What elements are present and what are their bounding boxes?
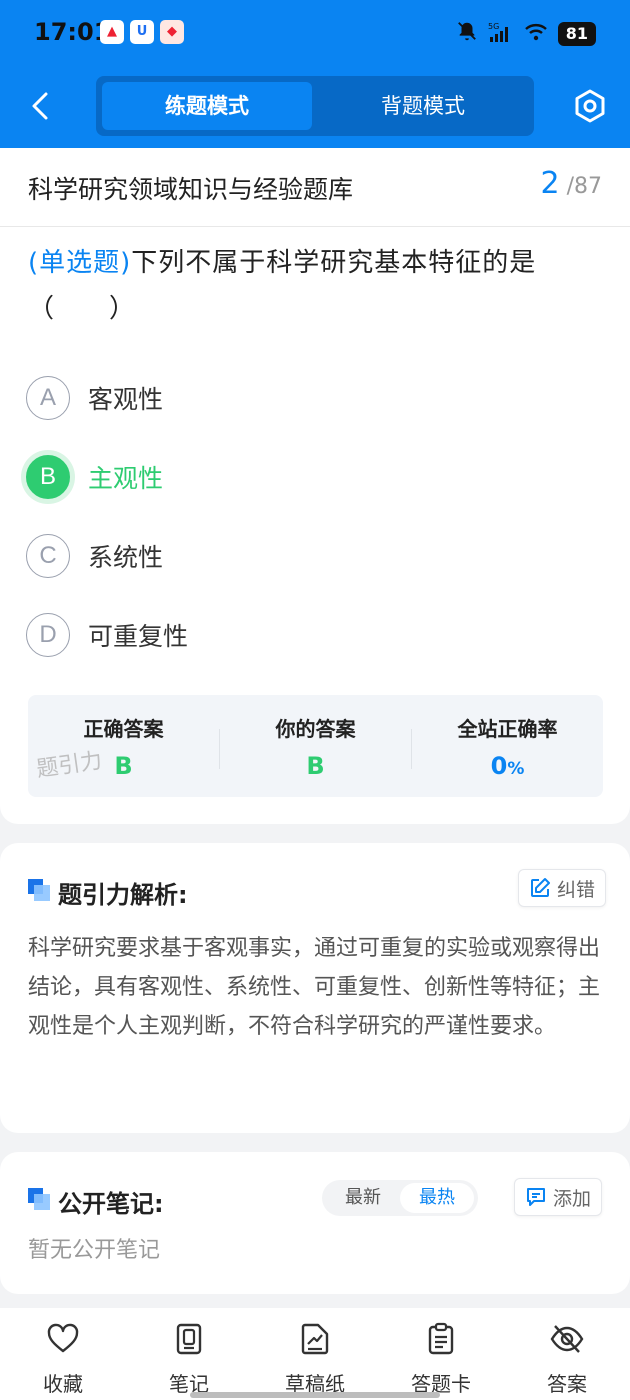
answer-summary: 正确答案 B 你的答案 B 全站正确率 0% 题引力	[28, 695, 603, 797]
report-error-button[interactable]: 纠错	[518, 869, 607, 907]
tab-latest[interactable]: 最新	[326, 1183, 400, 1213]
draft-paper-icon	[301, 1323, 329, 1355]
option-letter: A	[26, 376, 70, 420]
settings-button[interactable]	[572, 88, 608, 124]
option-text: 主观性	[88, 464, 164, 493]
public-notes-card: 公开笔记: 最新 最热 添加 暂无公开笔记	[0, 1152, 630, 1294]
tab-hot[interactable]: 最热	[400, 1183, 474, 1213]
status-bar: 17:01 ▲ U ◆ 5G 81	[0, 0, 630, 68]
app-notification-icon: ◆	[160, 20, 184, 44]
edit-icon	[531, 878, 550, 897]
progress-separator: /	[566, 174, 574, 199]
option-d[interactable]: D 可重复性	[26, 612, 586, 658]
your-answer-label: 你的答案	[275, 717, 356, 741]
heart-icon	[47, 1323, 79, 1353]
analysis-title: 题引力解析:	[58, 881, 188, 909]
current-question-number: 2	[540, 166, 560, 201]
correct-answer-label: 正确答案	[83, 717, 164, 741]
total-question-count: 87	[574, 174, 602, 199]
nav-answer[interactable]: 答案	[507, 1322, 627, 1397]
wifi-icon	[524, 22, 548, 46]
nav-favorite[interactable]: 收藏	[3, 1322, 123, 1397]
question-card: 科学研究领域知识与经验题库 2 /87 (单选题)下列不属于科学研究基本特征的是…	[0, 148, 630, 824]
mute-icon	[456, 20, 478, 47]
option-letter: D	[26, 613, 70, 657]
option-c[interactable]: C 系统性	[26, 533, 586, 579]
answer-sheet-icon	[428, 1322, 454, 1355]
nav-answer-card[interactable]: 答题卡	[381, 1322, 501, 1397]
chevron-left-icon	[32, 92, 48, 120]
tab-memorize-mode[interactable]: 背题模式	[318, 82, 528, 130]
analysis-card: 题引力解析: 纠错 科学研究要求基于客观事实，通过可重复的实验或观察得出结论，具…	[0, 843, 630, 1133]
option-letter: B	[26, 455, 70, 499]
home-indicator[interactable]	[190, 1392, 440, 1398]
back-button[interactable]	[26, 88, 58, 124]
bottom-nav: 收藏 笔记 草稿纸 答题卡 答案	[0, 1308, 630, 1400]
option-letter: C	[26, 534, 70, 578]
option-text: 客观性	[88, 385, 164, 414]
section-icon	[28, 879, 50, 901]
app-notification-icon: ▲	[100, 20, 124, 44]
empty-notes-text: 暂无公开笔记	[28, 1238, 161, 1263]
tab-practice-mode[interactable]: 练题模式	[102, 82, 312, 130]
your-answer: 你的答案 B	[220, 695, 411, 797]
comment-icon	[527, 1188, 545, 1206]
report-error-label: 纠错	[557, 878, 596, 901]
option-a[interactable]: A 客观性	[26, 375, 586, 421]
public-notes-title: 公开笔记:	[58, 1190, 164, 1218]
option-text: 系统性	[88, 543, 164, 572]
add-note-button[interactable]: 添加	[514, 1178, 603, 1216]
your-answer-value: B	[306, 752, 325, 780]
site-accuracy-label: 全站正确率	[457, 717, 558, 741]
option-text: 可重复性	[88, 622, 189, 651]
mode-switch: 练题模式 背题模式	[96, 76, 534, 136]
site-accuracy: 全站正确率 0%	[412, 695, 603, 797]
add-note-label: 添加	[553, 1187, 592, 1210]
correct-answer: 正确答案 B	[28, 695, 219, 797]
app-notification-icon: U	[130, 20, 154, 44]
status-indicators: 5G 81	[456, 20, 596, 47]
notebook-icon	[176, 1323, 202, 1355]
battery-indicator: 81	[557, 21, 596, 46]
section-icon	[28, 1188, 50, 1210]
svg-text:5G: 5G	[488, 22, 499, 31]
gear-icon	[575, 89, 605, 123]
status-time: 17:01	[34, 18, 111, 46]
nav-label: 收藏	[43, 1372, 83, 1396]
option-b[interactable]: B 主观性	[26, 454, 586, 500]
notes-sort-tabs: 最新 最热	[322, 1180, 478, 1216]
analysis-text: 科学研究要求基于客观事实，通过可重复的实验或观察得出结论，具有客观性、系统性、可…	[28, 936, 601, 1039]
question-type: (单选题)	[28, 248, 132, 278]
question-stem: (单选题)下列不属于科学研究基本特征的是（ ）	[28, 240, 608, 332]
question-progress: 2 /87	[540, 166, 602, 201]
nav-label: 答案	[547, 1372, 587, 1396]
divider	[0, 226, 630, 227]
question-bank-title: 科学研究领域知识与经验题库	[28, 175, 354, 204]
signal-icon: 5G	[488, 21, 514, 47]
nav-notes[interactable]: 笔记	[129, 1322, 249, 1397]
nav-draft[interactable]: 草稿纸	[255, 1322, 375, 1397]
eye-off-icon	[550, 1325, 584, 1353]
site-accuracy-value: 0%	[490, 752, 525, 780]
top-bar: 17:01 ▲ U ◆ 5G 81 练题模式 背题模式	[0, 0, 630, 148]
status-app-icons: ▲ U ◆	[100, 20, 184, 44]
